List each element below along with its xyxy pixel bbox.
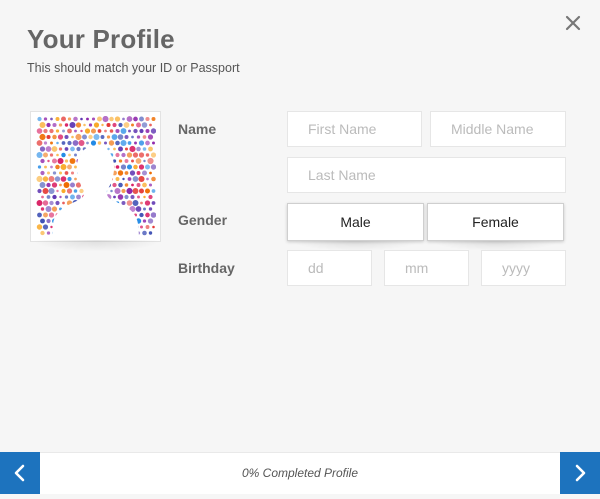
close-button[interactable] [562, 12, 584, 34]
chevron-left-icon [14, 464, 25, 482]
page-subtitle: This should match your ID or Passport [27, 61, 240, 75]
avatar-upload[interactable] [30, 111, 161, 242]
name-label: Name [178, 121, 217, 137]
chevron-right-icon [575, 464, 586, 482]
next-button[interactable] [560, 452, 600, 494]
close-icon [565, 15, 581, 31]
gender-male-button[interactable]: Male [287, 203, 424, 241]
birthday-year-input[interactable]: yyyy [481, 250, 566, 286]
birthday-month-input[interactable]: mm [384, 250, 469, 286]
profile-silhouette-icon [36, 116, 156, 237]
birthday-day-input[interactable]: dd [287, 250, 372, 286]
previous-button[interactable] [0, 452, 40, 494]
page-title: Your Profile [27, 24, 175, 54]
progress-status: 0% Completed Profile [241, 466, 359, 480]
gender-female-button[interactable]: Female [427, 203, 564, 241]
last-name-input[interactable]: Last Name [287, 157, 566, 193]
first-name-input[interactable]: First Name [287, 111, 422, 147]
middle-name-input[interactable]: Middle Name [430, 111, 566, 147]
gender-label: Gender [178, 212, 228, 228]
birthday-label: Birthday [178, 260, 235, 276]
avatar-shadow [32, 240, 162, 252]
